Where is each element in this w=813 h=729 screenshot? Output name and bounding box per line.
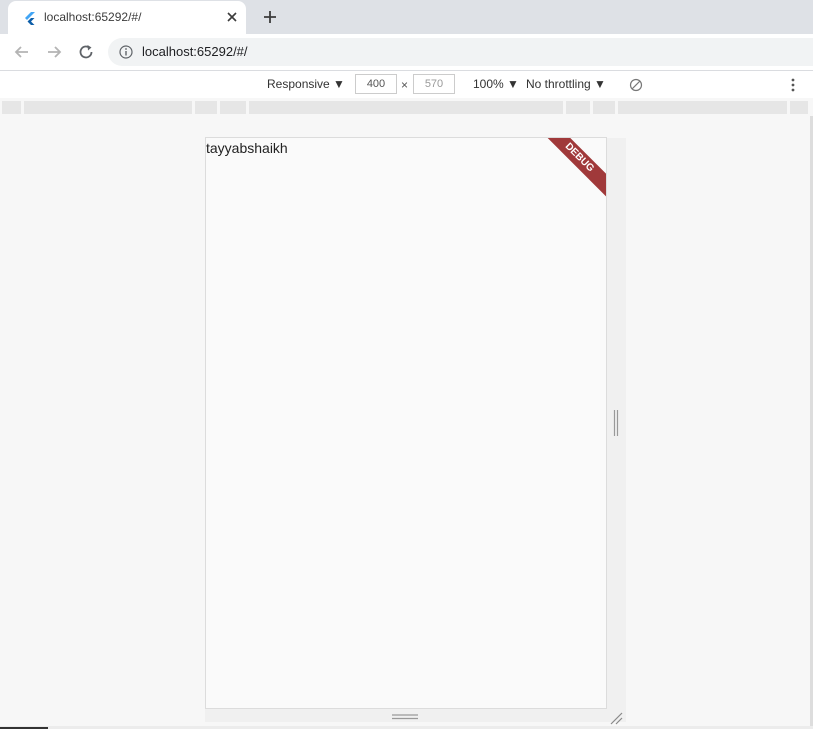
zoom-label: 100% — [473, 77, 504, 91]
url-text: localhost:65292/#/ — [142, 44, 248, 59]
new-tab-icon[interactable] — [260, 7, 280, 27]
media-query-segment[interactable] — [593, 101, 615, 114]
throttling-dropdown[interactable]: No throttling ▼ — [526, 77, 606, 91]
more-options-icon[interactable] — [788, 77, 798, 93]
chevron-down-icon: ▼ — [594, 77, 606, 91]
browser-tab[interactable]: localhost:65292/#/ — [8, 1, 246, 34]
tab-strip: localhost:65292/#/ — [0, 0, 813, 34]
device-toolbar: Responsive ▼ 400 × 570 100% ▼ No throttl… — [0, 71, 813, 99]
dimension-separator: × — [401, 78, 409, 92]
media-query-segment[interactable] — [2, 101, 21, 114]
chevron-down-icon: ▼ — [333, 77, 345, 91]
throttling-label: No throttling — [526, 77, 591, 91]
media-query-segment[interactable] — [566, 101, 590, 114]
media-query-segment[interactable] — [220, 101, 246, 114]
info-icon[interactable] — [119, 45, 133, 59]
resize-handle-corner[interactable] — [609, 711, 623, 725]
width-input[interactable]: 400 — [355, 74, 397, 94]
media-query-segment[interactable] — [249, 101, 563, 114]
device-viewport: tayyabshaikh DEBUG — [205, 137, 607, 709]
reload-icon[interactable] — [76, 42, 96, 62]
back-icon[interactable] — [12, 42, 32, 62]
forward-icon[interactable] — [44, 42, 64, 62]
rotate-icon[interactable] — [629, 78, 643, 92]
close-tab-icon[interactable] — [224, 9, 240, 25]
app-text: tayyabshaikh — [206, 140, 288, 156]
media-query-bar — [0, 98, 813, 116]
media-query-segment[interactable] — [790, 101, 808, 114]
media-query-segment[interactable] — [195, 101, 217, 114]
navigation-bar: localhost:65292/#/ — [0, 34, 813, 71]
chevron-down-icon: ▼ — [507, 77, 519, 91]
flutter-icon — [25, 12, 35, 25]
height-input[interactable]: 570 — [413, 74, 455, 94]
debug-banner: DEBUG — [534, 138, 606, 203]
zoom-dropdown[interactable]: 100% ▼ — [473, 77, 519, 91]
media-query-segment[interactable] — [618, 101, 787, 114]
device-mode-label: Responsive — [267, 77, 330, 91]
device-mode-dropdown[interactable]: Responsive ▼ — [267, 77, 345, 91]
address-bar[interactable]: localhost:65292/#/ — [108, 38, 813, 66]
media-query-segment[interactable] — [24, 101, 192, 114]
resize-handle-right[interactable] — [613, 410, 619, 436]
resize-handle-bottom[interactable] — [392, 713, 418, 721]
tab-title: localhost:65292/#/ — [44, 10, 142, 24]
